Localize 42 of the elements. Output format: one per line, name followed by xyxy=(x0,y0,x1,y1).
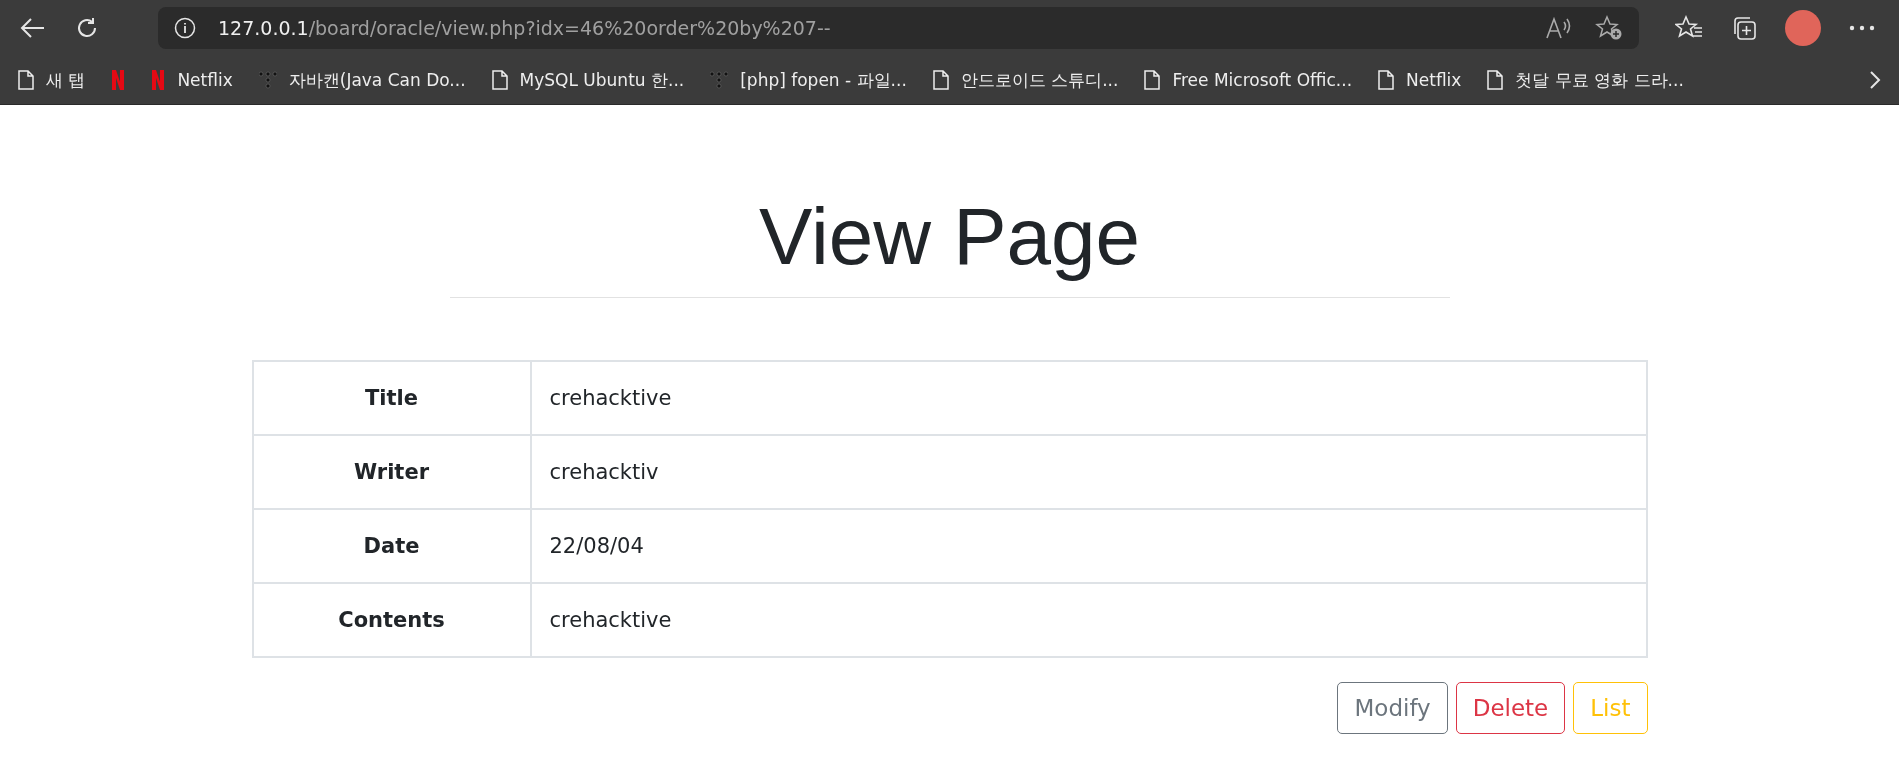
field-label-cell: Writer xyxy=(252,435,531,509)
page-icon xyxy=(1144,70,1161,90)
field-label-cell: Contents xyxy=(252,583,531,657)
add-favorite-icon[interactable] xyxy=(1595,15,1623,41)
delete-button[interactable]: Delete xyxy=(1455,682,1566,734)
info-icon xyxy=(174,17,196,39)
field-value-cell: 22/08/04 xyxy=(530,509,1647,583)
bookmark-link[interactable]: MySQL Ubuntu 한... xyxy=(519,68,685,92)
dots-icon xyxy=(258,71,277,89)
bookmark-link[interactable]: 자바캔(Java Can Do... xyxy=(288,68,466,92)
bookmark-link[interactable]: Netflix xyxy=(1406,70,1462,90)
page-icon xyxy=(1378,70,1395,90)
favorites-icon[interactable] xyxy=(1675,15,1703,41)
bookmark-link[interactable]: 새 탭 xyxy=(46,68,86,92)
page-icon xyxy=(932,70,949,90)
page-icon xyxy=(18,70,34,90)
netflix-n-icon xyxy=(111,69,126,91)
page-icon xyxy=(491,70,508,90)
field-value-cell: crehacktive xyxy=(530,583,1647,657)
back-arrow-icon xyxy=(20,17,46,39)
field-label-cell: Title xyxy=(252,361,531,435)
profile-avatar[interactable] xyxy=(1785,10,1821,46)
field-value-cell: crehacktive xyxy=(530,361,1647,435)
field-value-cell: crehacktiv xyxy=(530,435,1647,509)
field-label-cell: Date xyxy=(252,509,531,583)
bookmark-link[interactable]: Free Microsoft Offic... xyxy=(1172,70,1353,90)
chevron-right-icon[interactable] xyxy=(1869,70,1881,90)
url-text: 127.0.0.1/board/oracle/view.php?idx=46%20order%20by%207-- xyxy=(218,17,832,39)
bookmark-link[interactable]: Netflix xyxy=(177,70,233,90)
page-heading: View Page xyxy=(759,193,1140,281)
bookmark-link[interactable]: 첫달 무료 영화 드라... xyxy=(1515,68,1684,92)
modify-button[interactable]: Modify xyxy=(1337,682,1448,734)
page-icon xyxy=(1487,70,1504,90)
address-bar[interactable]: 127.0.0.1/board/oracle/view.php?idx=46%20order%20by%207-- xyxy=(158,7,1639,49)
netflix-n-icon xyxy=(151,69,166,91)
read-aloud-icon[interactable] xyxy=(1545,16,1573,40)
refresh-icon xyxy=(75,16,99,40)
collections-icon[interactable] xyxy=(1731,15,1757,41)
bookmark-link[interactable]: 안드로이드 스튜디... xyxy=(960,68,1119,92)
bookmark-link[interactable]: [php] fopen - 파일... xyxy=(740,68,907,92)
more-icon[interactable] xyxy=(1849,25,1875,31)
dots-icon xyxy=(710,71,729,89)
